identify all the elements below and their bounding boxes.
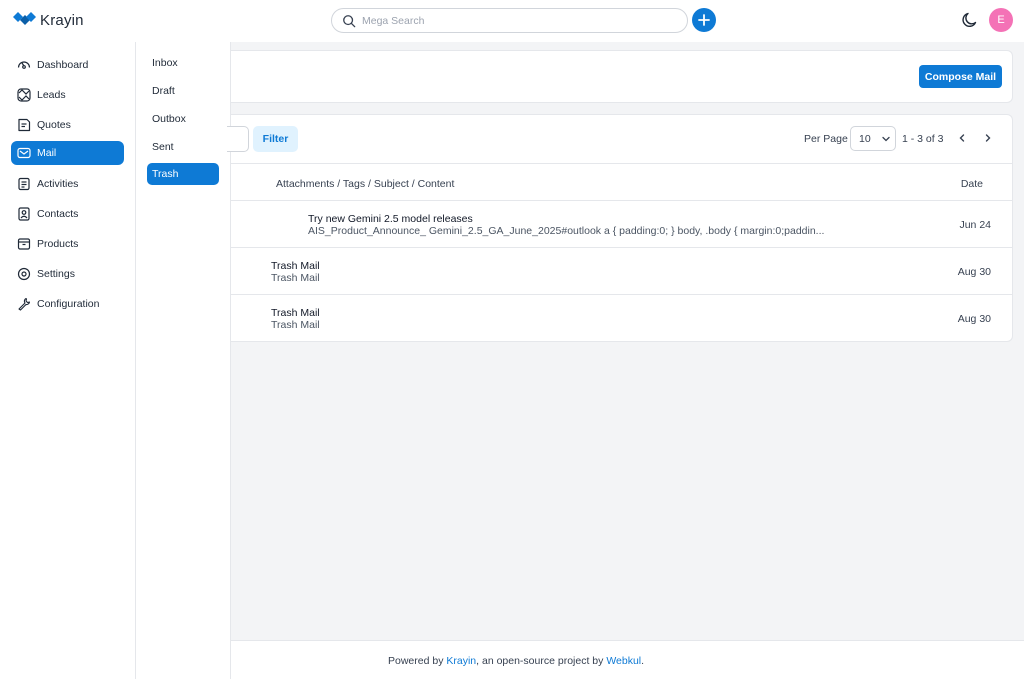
dark-mode-toggle-icon[interactable] (961, 11, 979, 29)
mega-search[interactable] (331, 8, 688, 33)
sidebar-item-quotes[interactable]: Quotes (11, 113, 124, 137)
folder-draft[interactable]: Draft (147, 80, 219, 102)
krayin-logo-icon (13, 12, 36, 25)
pagination-range: 1 - 3 of 3 (902, 133, 944, 145)
sidebar-item-label: Products (37, 238, 79, 250)
search-input[interactable] (362, 14, 662, 27)
folder-sent[interactable]: Sent (147, 136, 219, 158)
sidebar-item-products[interactable]: Products (11, 232, 124, 256)
top-header: Krayin E (0, 0, 1024, 42)
footer-prefix: Powered by (388, 655, 447, 667)
leads-icon (17, 88, 31, 102)
page-header-card: Compose Mail (231, 50, 1013, 103)
next-page-button[interactable] (980, 130, 996, 146)
mail-list-card: Filter Per Page 10 1 - 3 of 3 Attachment… (227, 114, 1013, 342)
mail-date: Aug 30 (957, 313, 991, 325)
footer-suffix: . (641, 655, 645, 667)
sidebar-item-activities[interactable]: Activities (11, 172, 124, 196)
datagrid-search-input[interactable] (227, 126, 249, 152)
krayin-link[interactable]: Krayin (446, 655, 476, 667)
mail-date: Jun 24 (959, 219, 991, 231)
sidebar-item-label: Dashboard (37, 59, 89, 71)
configuration-icon (18, 297, 31, 311)
footer-middle: , an open-source project by (476, 655, 607, 667)
mail-subject: Try new Gemini 2.5 model releases (308, 213, 473, 225)
plus-icon (698, 14, 710, 26)
chevron-left-icon (959, 134, 965, 142)
main-content: Compose Mail Filter Per Page 10 1 - 3 of… (227, 42, 1024, 640)
chevron-right-icon (985, 134, 991, 142)
mail-content-preview: Trash Mail (271, 272, 320, 284)
dashboard-icon (17, 61, 31, 69)
compose-mail-button[interactable]: Compose Mail (919, 65, 1002, 88)
sidebar-item-mail[interactable]: Mail (11, 141, 124, 165)
sidebar-item-configuration[interactable]: Configuration (11, 292, 124, 316)
per-page-value: 10 (859, 132, 871, 145)
sidebar-item-label: Settings (37, 268, 75, 280)
sidebar-item-label: Contacts (37, 208, 79, 220)
sidebar-item-leads[interactable]: Leads (11, 83, 124, 107)
sidebar-item-label: Leads (37, 89, 66, 101)
per-page-select[interactable]: 10 (850, 126, 896, 151)
sidebar-item-label: Quotes (37, 119, 71, 131)
table-header: Attachments / Tags / Subject / Content D… (231, 163, 1013, 201)
mail-content-preview: Trash Mail (271, 319, 320, 331)
search-icon (343, 14, 356, 27)
footer: Powered by Krayin, an open-source projec… (231, 640, 1024, 679)
chevron-down-icon (882, 136, 890, 141)
table-row[interactable]: Trash Mail Trash Mail Aug 30 (231, 295, 1013, 342)
sidebar-item-label: Mail (37, 147, 57, 159)
column-header-date[interactable]: Date (961, 178, 983, 190)
user-avatar[interactable]: E (989, 8, 1013, 32)
filter-button[interactable]: Filter (253, 126, 298, 152)
sidebar-item-label: Activities (37, 178, 79, 190)
folder-inbox[interactable]: Inbox (147, 52, 219, 74)
mail-content-preview: AIS_Product_Announce_ Gemini_2.5_GA_June… (308, 225, 825, 237)
sidebar-item-label: Configuration (37, 298, 100, 310)
sidebar-item-dashboard[interactable]: Dashboard (11, 53, 124, 77)
table-row[interactable]: Try new Gemini 2.5 model releases AIS_Pr… (231, 201, 1013, 248)
app-name: Krayin (40, 11, 84, 29)
table-row[interactable]: Trash Mail Trash Mail Aug 30 (231, 248, 1013, 295)
per-page-label: Per Page (804, 133, 848, 145)
mail-date: Aug 30 (957, 266, 991, 278)
mail-subject: Trash Mail (271, 307, 320, 319)
footer-credit: Powered by Krayin, an open-source projec… (388, 655, 644, 667)
settings-icon (17, 267, 31, 281)
column-header-subject[interactable]: Attachments / Tags / Subject / Content (276, 178, 454, 190)
quick-create-button[interactable] (692, 8, 716, 32)
previous-page-button[interactable] (954, 130, 970, 146)
mail-folder-menu: Inbox Draft Outbox Sent Trash (136, 42, 231, 679)
app-logo[interactable]: Krayin (12, 11, 84, 29)
sidebar-item-contacts[interactable]: Contacts (11, 202, 124, 226)
activities-icon (18, 177, 30, 191)
folder-trash[interactable]: Trash (147, 163, 219, 185)
products-icon (17, 238, 31, 250)
mail-subject: Trash Mail (271, 260, 320, 272)
sidebar-item-settings[interactable]: Settings (11, 262, 124, 286)
mail-icon (17, 147, 31, 159)
folder-outbox[interactable]: Outbox (147, 108, 219, 130)
contacts-icon (18, 207, 30, 221)
quotes-icon (18, 118, 31, 132)
sidebar: Dashboard Leads Quotes Mail Activities C… (0, 42, 136, 679)
webkul-link[interactable]: Webkul (606, 655, 641, 667)
